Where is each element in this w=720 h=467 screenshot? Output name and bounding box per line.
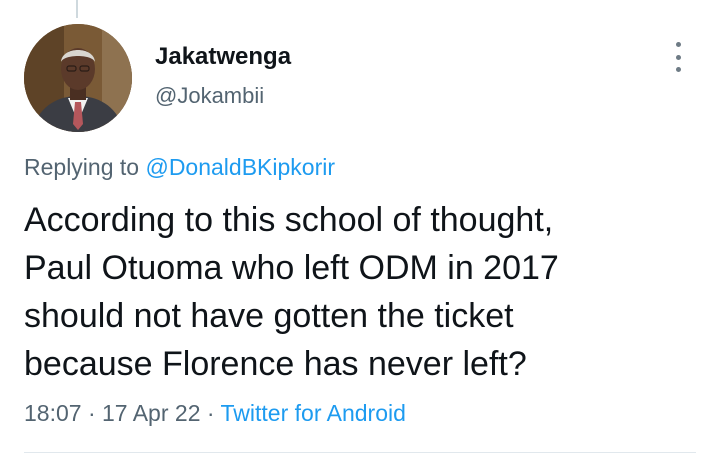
author-display-name[interactable]: Jakatwenga (155, 42, 291, 72)
more-dot (675, 67, 681, 72)
more-dot (675, 42, 681, 47)
tweet-text: According to this school of thought, Pau… (24, 196, 704, 388)
more-vertical-icon[interactable] (672, 42, 684, 72)
divider (24, 452, 696, 453)
replying-prefix: Replying to (24, 154, 140, 180)
tweet-time[interactable]: 18:07 (24, 400, 82, 426)
meta-separator: · (87, 400, 96, 426)
replying-to-line: Replying to @DonaldBKipkorir (24, 152, 335, 182)
author-handle[interactable]: @Jokambii (155, 82, 291, 110)
thread-connector-line (76, 0, 78, 18)
tweet-source-link[interactable]: Twitter for Android (221, 400, 406, 426)
tweet-text-line: According to this school of thought, (24, 201, 554, 239)
tweet-header: Jakatwenga @Jokambii (24, 24, 696, 132)
profile-photo-icon (24, 24, 132, 132)
avatar[interactable] (24, 24, 132, 132)
tweet-text-line: because Florence has never left? (24, 345, 527, 383)
author-block: Jakatwenga @Jokambii (155, 42, 291, 110)
tweet-text-line: Paul Otuoma who left ODM in 2017 (24, 249, 559, 287)
replying-to-mention-link[interactable]: @DonaldBKipkorir (145, 154, 335, 180)
more-dot (675, 54, 681, 60)
tweet-metadata: 18:07 · 17 Apr 22 · Twitter for Android (24, 398, 406, 428)
meta-separator: · (206, 400, 215, 426)
tweet-date[interactable]: 17 Apr 22 (102, 400, 200, 426)
tweet-text-line: should not have gotten the ticket (24, 297, 514, 335)
